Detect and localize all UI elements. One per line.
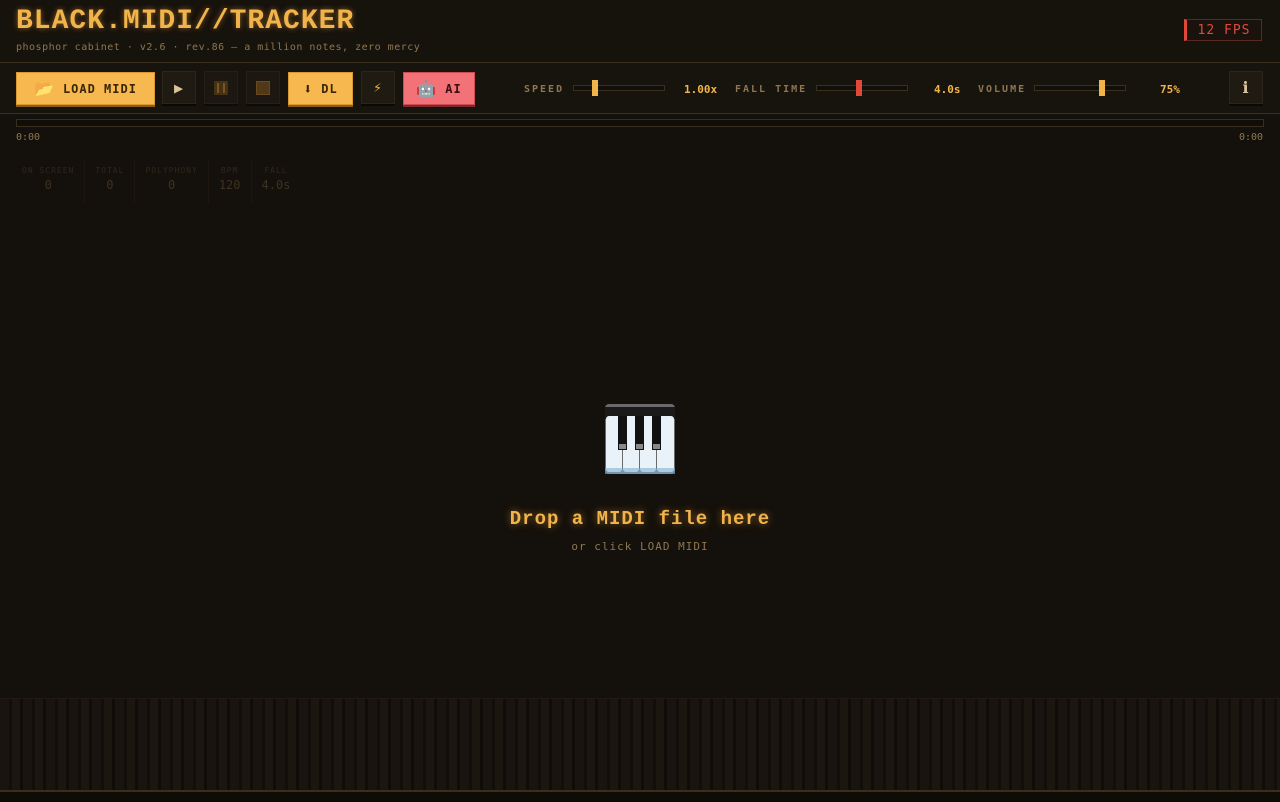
fall-time-value: 4.0s [934, 83, 961, 96]
fps-counter: 12 FPS [1184, 19, 1262, 41]
timeline-progress-bar[interactable] [16, 119, 1264, 127]
load-midi-button[interactable]: 📂 LOAD MIDI [16, 72, 155, 105]
robot-icon: 🤖 [416, 79, 438, 98]
speed-value: 1.00x [684, 83, 718, 96]
drop-zone-title: Drop a MIDI file here [509, 508, 771, 530]
lightning-icon: ⚡ [373, 79, 383, 96]
speed-slider-thumb[interactable] [591, 80, 598, 96]
ai-label: AI [445, 81, 462, 96]
stat-bpm: BPM 120 [209, 160, 252, 204]
stop-icon [256, 80, 270, 95]
drop-zone[interactable]: Drop a MIDI file here or click LOAD MIDI [440, 400, 840, 553]
fall-time-slider[interactable] [816, 85, 908, 91]
pause-button[interactable] [204, 71, 238, 104]
download-label: DL [321, 81, 338, 96]
app-header: BLACK.MIDI//TRACKER phosphor cabinet · v… [0, 0, 1280, 63]
volume-slider[interactable] [1034, 85, 1126, 91]
download-icon: ⬇ [303, 79, 314, 98]
stat-fall: FALL 4.0s [261, 166, 291, 192]
play-icon: ▶ [173, 78, 185, 97]
total-time: 0:00 [1239, 132, 1264, 143]
speed-label: SPEED [524, 84, 565, 95]
turbo-button[interactable]: ⚡ [361, 71, 395, 104]
play-button[interactable]: ▶ [162, 71, 196, 104]
ai-button[interactable]: 🤖 AI [403, 72, 475, 105]
fall-time-label: FALL TIME [735, 84, 808, 95]
stat-total: TOTAL 0 [85, 160, 136, 204]
app-title: BLACK.MIDI//TRACKER [16, 6, 355, 37]
stop-button[interactable] [246, 71, 280, 104]
volume-value: 75% [1160, 83, 1180, 96]
stat-polyphony: POLYPHONY 0 [135, 160, 209, 204]
current-time: 0:00 [16, 132, 41, 143]
info-icon: i [1242, 78, 1250, 97]
pause-icon [214, 80, 228, 95]
speed-slider[interactable] [573, 85, 665, 91]
volume-label: VOLUME [978, 84, 1027, 95]
load-midi-label: LOAD MIDI [62, 81, 137, 96]
piano-keyboard-strip [0, 698, 1280, 791]
bottom-bar [0, 790, 1280, 802]
volume-slider-thumb[interactable] [1098, 80, 1105, 96]
download-button[interactable]: ⬇ DL [288, 72, 353, 105]
app-subtitle: phosphor cabinet · v2.6 · rev.86 — a mil… [16, 42, 421, 53]
folder-icon: 📂 [34, 79, 55, 98]
info-button[interactable]: i [1229, 71, 1263, 104]
fall-time-slider-thumb[interactable] [855, 80, 862, 96]
stats-panel: ON SCREEN 0 TOTAL 0 POLYPHONY 0 BPM 120 … [12, 160, 300, 204]
piano-keys-icon [605, 404, 675, 474]
stat-on-screen: ON SCREEN 0 [12, 160, 86, 204]
drop-zone-subtitle: or click LOAD MIDI [571, 540, 709, 553]
